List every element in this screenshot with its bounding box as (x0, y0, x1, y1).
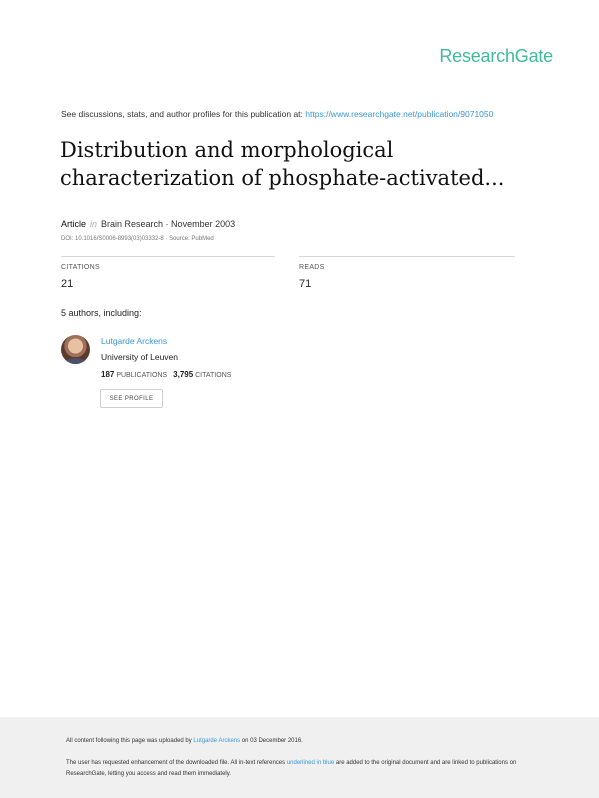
author-stats: 187 PUBLICATIONS 3,795 CITATIONS (101, 370, 231, 379)
author-citations-count: 3,795 (173, 370, 194, 379)
publication-url-link[interactable]: https://www.researchgate.net/publication… (305, 109, 493, 119)
citations-divider (61, 256, 275, 257)
footer: All content following this page was uplo… (0, 717, 599, 798)
author-publications-label: PUBLICATIONS (116, 372, 168, 379)
uploader-link[interactable]: Lutgarde Arckens (193, 738, 240, 744)
discussion-line: See discussions, stats, and author profi… (61, 109, 493, 119)
author-name-link[interactable]: Lutgarde Arckens (101, 336, 167, 346)
author-avatar[interactable] (61, 335, 90, 364)
author-publications-count: 187 (101, 370, 115, 379)
upload-suffix: on 03 December 2016. (241, 738, 303, 744)
journal-date: Brain Research · November 2003 (101, 219, 236, 229)
researchgate-logo[interactable]: ResearchGate (439, 46, 553, 67)
reads-label: READS (299, 264, 325, 271)
in-word: in (90, 219, 98, 229)
author-institution: University of Leuven (101, 352, 179, 362)
publication-type: Article (61, 219, 87, 229)
authors-heading: 5 authors, including: (61, 308, 142, 318)
reads-divider (299, 256, 515, 257)
discussion-text: See discussions, stats, and author profi… (61, 109, 303, 119)
upload-note: All content following this page was uplo… (66, 738, 303, 744)
citations-value: 21 (61, 278, 74, 290)
publication-title: Distribution and morphological character… (60, 138, 505, 190)
upload-prefix: All content following this page was uplo… (66, 738, 192, 744)
enhancement-prefix: The user has requested enhancement of th… (66, 760, 286, 766)
doi-source: DOI: 10.1016/S0006-8993(03)03332-8 · Sou… (61, 236, 214, 242)
citations-label: CITATIONS (61, 264, 100, 271)
see-profile-button[interactable]: SEE PROFILE (100, 389, 163, 408)
reads-value: 71 (299, 278, 312, 290)
publication-meta: Article in Brain Research · November 2003 (61, 219, 235, 229)
author-citations-label: CITATIONS (195, 372, 232, 379)
enhancement-note: The user has requested enhancement of th… (66, 758, 536, 780)
underlined-in-blue-text: underlined in blue (286, 760, 335, 766)
